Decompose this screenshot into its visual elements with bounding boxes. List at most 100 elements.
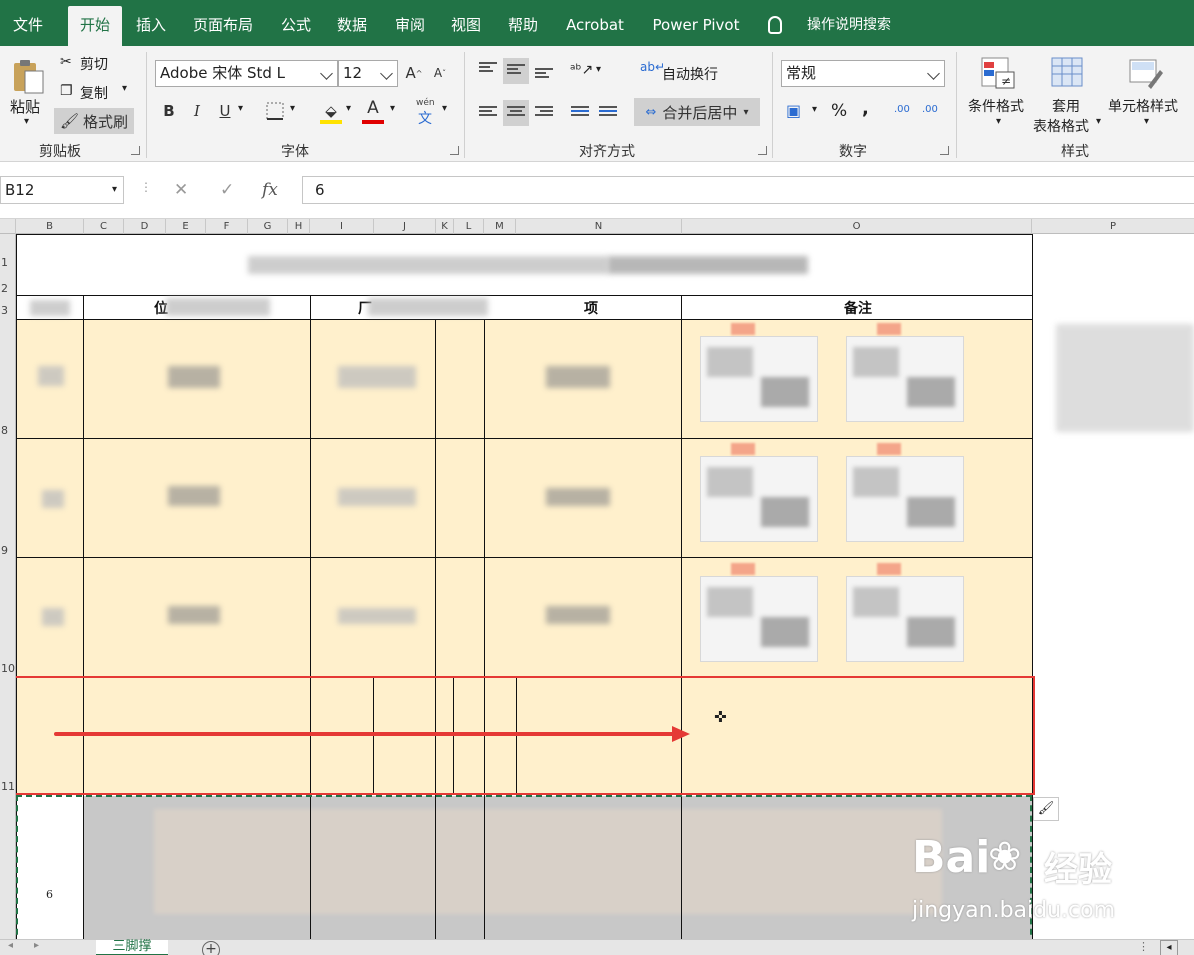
increase-indent-icon[interactable] bbox=[599, 106, 617, 120]
paste-options-icon[interactable]: 🖌 bbox=[1033, 797, 1059, 821]
format-table-line2[interactable]: 表格格式 bbox=[1033, 116, 1089, 136]
paste-icon[interactable] bbox=[8, 54, 48, 98]
row-header[interactable]: 2 bbox=[0, 282, 16, 295]
h-scroll-left-icon[interactable]: ◂ bbox=[1160, 940, 1178, 955]
scroll-right-icon[interactable]: ▸ bbox=[34, 940, 39, 951]
currency-icon[interactable]: ▣ bbox=[786, 101, 801, 120]
tab-insert[interactable]: 插入 bbox=[124, 6, 178, 46]
font-name-combo[interactable]: Adobe 宋体 Std L bbox=[155, 60, 338, 87]
phonetic-dropdown-icon[interactable]: ▾ bbox=[442, 103, 447, 114]
alignment-launcher-icon[interactable] bbox=[758, 146, 767, 155]
scroll-left-icon[interactable]: ◂ bbox=[8, 940, 13, 951]
tell-me-search[interactable]: 操作说明搜索 bbox=[794, 6, 904, 46]
copy-button[interactable]: 复制 bbox=[80, 83, 108, 103]
row-header[interactable]: 11 bbox=[0, 780, 16, 793]
number-format-combo[interactable]: 常规 bbox=[781, 60, 945, 87]
insert-function-icon[interactable]: fx bbox=[262, 180, 278, 200]
align-center-button[interactable] bbox=[503, 100, 529, 126]
phonetic-guide-button[interactable]: 文 bbox=[418, 108, 432, 128]
column-header[interactable]: K bbox=[436, 219, 454, 234]
decrease-font-button[interactable]: Aˇ bbox=[430, 60, 450, 86]
chevron-down-icon[interactable]: ▾ bbox=[112, 177, 117, 203]
column-header[interactable]: N bbox=[516, 219, 682, 234]
format-painter-button[interactable]: 🖌 格式刷 bbox=[54, 108, 134, 134]
embedded-image[interactable] bbox=[846, 323, 964, 422]
tab-power-pivot[interactable]: Power Pivot bbox=[644, 6, 748, 46]
tab-file[interactable]: 文件 bbox=[0, 6, 56, 46]
column-header[interactable]: E bbox=[166, 219, 206, 234]
row-header[interactable]: 8 bbox=[0, 424, 16, 437]
column-header[interactable]: F bbox=[206, 219, 248, 234]
column-header[interactable]: I bbox=[310, 219, 374, 234]
formula-input[interactable]: 6 bbox=[302, 176, 1194, 204]
column-header[interactable]: P bbox=[1032, 219, 1194, 234]
format-table-dropdown-icon[interactable]: ▾ bbox=[1096, 116, 1101, 127]
paste-dropdown-icon[interactable]: ▾ bbox=[24, 116, 29, 127]
comma-button[interactable]: , bbox=[862, 98, 869, 119]
italic-button[interactable]: I bbox=[186, 98, 208, 124]
cell-styles-dropdown-icon[interactable]: ▾ bbox=[1144, 116, 1149, 127]
tab-review[interactable]: 审阅 bbox=[384, 6, 436, 46]
merge-center-button[interactable]: ⇔ 合并后居中 ▾ bbox=[634, 98, 760, 126]
clipboard-launcher-icon[interactable] bbox=[131, 146, 140, 155]
tab-formulas[interactable]: 公式 bbox=[270, 6, 322, 46]
sheet-tab[interactable]: 三脚撑 bbox=[96, 940, 168, 955]
cell-styles-button[interactable]: 单元格样式 bbox=[1108, 96, 1178, 116]
column-header[interactable]: H bbox=[288, 219, 310, 234]
borders-button[interactable] bbox=[264, 100, 286, 122]
align-top-icon[interactable] bbox=[479, 62, 497, 76]
orientation-dropdown-icon[interactable]: ▾ bbox=[596, 64, 601, 75]
embedded-image[interactable] bbox=[700, 443, 818, 542]
font-color-dropdown-icon[interactable]: ▾ bbox=[390, 103, 395, 114]
more-icon[interactable]: ⋮ bbox=[1138, 940, 1149, 953]
row-header[interactable]: 9 bbox=[0, 544, 16, 557]
enter-icon[interactable]: ✓ bbox=[220, 180, 234, 200]
tab-view[interactable]: 视图 bbox=[440, 6, 492, 46]
select-all-corner[interactable] bbox=[0, 219, 16, 234]
tab-data[interactable]: 数据 bbox=[326, 6, 378, 46]
embedded-image[interactable] bbox=[700, 563, 818, 662]
increase-font-button[interactable]: A ^ bbox=[404, 60, 424, 86]
currency-dropdown-icon[interactable]: ▾ bbox=[812, 104, 817, 115]
fill-color-dropdown-icon[interactable]: ▾ bbox=[346, 103, 351, 114]
align-right-icon[interactable] bbox=[535, 106, 553, 120]
font-launcher-icon[interactable] bbox=[450, 146, 459, 155]
cut-button[interactable]: 剪切 bbox=[80, 54, 108, 74]
bold-button[interactable]: B bbox=[158, 98, 180, 124]
percent-button[interactable]: % bbox=[831, 101, 847, 121]
add-sheet-button[interactable]: + bbox=[202, 941, 220, 955]
column-header[interactable]: D bbox=[124, 219, 166, 234]
copy-dropdown-icon[interactable]: ▾ bbox=[122, 83, 127, 94]
row-header[interactable]: 3 bbox=[0, 304, 16, 317]
underline-button[interactable]: U bbox=[214, 98, 236, 124]
tab-home[interactable]: 开始 bbox=[68, 6, 122, 46]
column-header[interactable]: L bbox=[454, 219, 484, 234]
column-header[interactable]: M bbox=[484, 219, 516, 234]
format-table-line1[interactable]: 套用 bbox=[1052, 96, 1080, 116]
font-color-button[interactable]: A bbox=[362, 96, 384, 120]
name-box[interactable]: B12 ▾ bbox=[0, 176, 124, 204]
font-size-combo[interactable]: 12 bbox=[338, 60, 398, 87]
column-header[interactable]: J bbox=[374, 219, 436, 234]
decrease-decimal-button[interactable]: .00 bbox=[922, 104, 938, 115]
align-middle-button[interactable] bbox=[503, 58, 529, 84]
borders-dropdown-icon[interactable]: ▾ bbox=[290, 103, 295, 114]
paste-button[interactable]: 粘贴 bbox=[10, 96, 40, 117]
underline-dropdown-icon[interactable]: ▾ bbox=[238, 103, 243, 114]
cancel-icon[interactable]: ✕ bbox=[174, 180, 188, 200]
conditional-dropdown-icon[interactable]: ▾ bbox=[996, 116, 1001, 127]
embedded-image[interactable] bbox=[846, 443, 964, 542]
conditional-format-button[interactable]: 条件格式 bbox=[968, 96, 1024, 116]
embedded-image[interactable] bbox=[846, 563, 964, 662]
align-bottom-icon[interactable] bbox=[535, 68, 553, 82]
tab-acrobat[interactable]: Acrobat bbox=[556, 6, 634, 46]
align-left-icon[interactable] bbox=[479, 106, 497, 120]
tab-help[interactable]: 帮助 bbox=[497, 6, 549, 46]
wrap-text-button[interactable]: 自动换行 bbox=[662, 64, 718, 84]
chevron-down-icon[interactable]: ▾ bbox=[743, 107, 748, 118]
number-launcher-icon[interactable] bbox=[940, 146, 949, 155]
column-header[interactable]: O bbox=[682, 219, 1032, 234]
column-header[interactable]: C bbox=[84, 219, 124, 234]
column-header[interactable]: B bbox=[16, 219, 84, 234]
tab-page-layout[interactable]: 页面布局 bbox=[184, 6, 262, 46]
